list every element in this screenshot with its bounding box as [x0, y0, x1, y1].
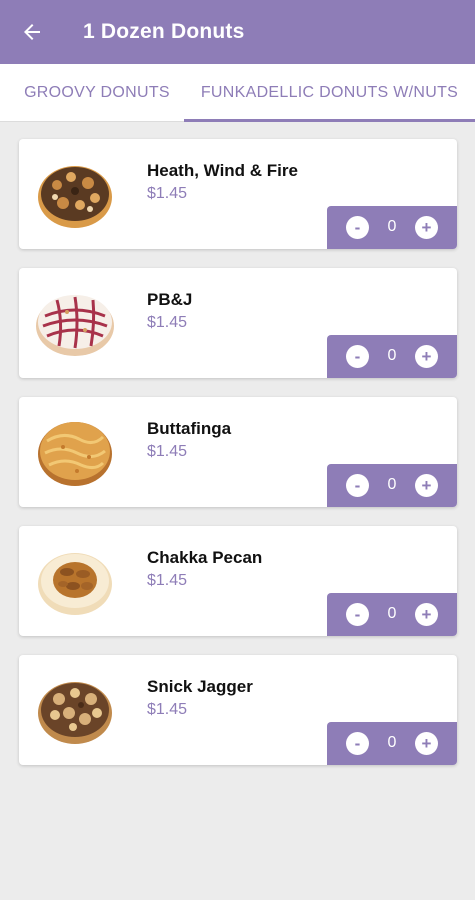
app-bar: 1 Dozen Donuts — [0, 0, 475, 64]
item-name: Snick Jagger — [147, 677, 253, 696]
item-name: PB&J — [147, 290, 193, 309]
item-price: $1.45 — [147, 701, 188, 718]
tab-groovy-donuts[interactable]: GROOVY DONUTS — [0, 64, 194, 122]
tab-funkadellic-donuts[interactable]: FUNKADELLIC DONUTS W/NUTS — [184, 64, 475, 122]
decrement-button[interactable]: - — [346, 732, 369, 755]
quantity-stepper: - 0 + — [327, 722, 457, 765]
donut-image — [38, 166, 112, 228]
item-price: $1.45 — [147, 443, 188, 460]
quantity-value: 0 — [387, 347, 397, 364]
page-title: 1 Dozen Donuts — [83, 20, 245, 43]
quantity-stepper: - 0 + — [327, 206, 457, 249]
list-item: Snick Jagger $1.45 - 0 + — [19, 655, 457, 765]
item-name: Buttafinga — [147, 419, 232, 438]
list-item: PB&J $1.45 - 0 + — [19, 268, 457, 378]
quantity-value: 0 — [387, 476, 397, 493]
item-name: Chakka Pecan — [147, 548, 263, 567]
increment-button[interactable]: + — [415, 474, 438, 497]
donut-image — [36, 295, 114, 356]
decrement-button[interactable]: - — [346, 603, 369, 626]
decrement-button[interactable]: - — [346, 474, 369, 497]
donut-image — [38, 682, 112, 744]
quantity-value: 0 — [387, 218, 397, 235]
item-price: $1.45 — [147, 185, 188, 202]
quantity-value: 0 — [387, 734, 397, 751]
item-price: $1.45 — [147, 572, 188, 589]
increment-button[interactable]: + — [415, 603, 438, 626]
donut-image — [38, 422, 112, 486]
quantity-value: 0 — [387, 605, 397, 622]
back-button[interactable] — [0, 0, 64, 64]
item-price: $1.45 — [147, 314, 188, 331]
increment-button[interactable]: + — [415, 216, 438, 239]
tab-bar: GROOVY DONUTS FUNKADELLIC DONUTS W/NUTS — [0, 64, 475, 122]
quantity-stepper: - 0 + — [327, 335, 457, 378]
quantity-stepper: - 0 + — [327, 593, 457, 636]
arrow-left-icon — [24, 24, 40, 40]
list-item: Chakka Pecan $1.45 - 0 + — [19, 526, 457, 636]
donut-image — [38, 553, 112, 615]
item-name: Heath, Wind & Fire — [147, 161, 298, 180]
decrement-button[interactable]: - — [346, 345, 369, 368]
increment-button[interactable]: + — [415, 345, 438, 368]
tab-selected-indicator — [184, 119, 475, 122]
list-item: Buttafinga $1.45 - 0 + — [19, 397, 457, 507]
decrement-button[interactable]: - — [346, 216, 369, 239]
quantity-stepper: - 0 + — [327, 464, 457, 507]
increment-button[interactable]: + — [415, 732, 438, 755]
list-item: Heath, Wind & Fire $1.45 - 0 + — [19, 139, 457, 249]
